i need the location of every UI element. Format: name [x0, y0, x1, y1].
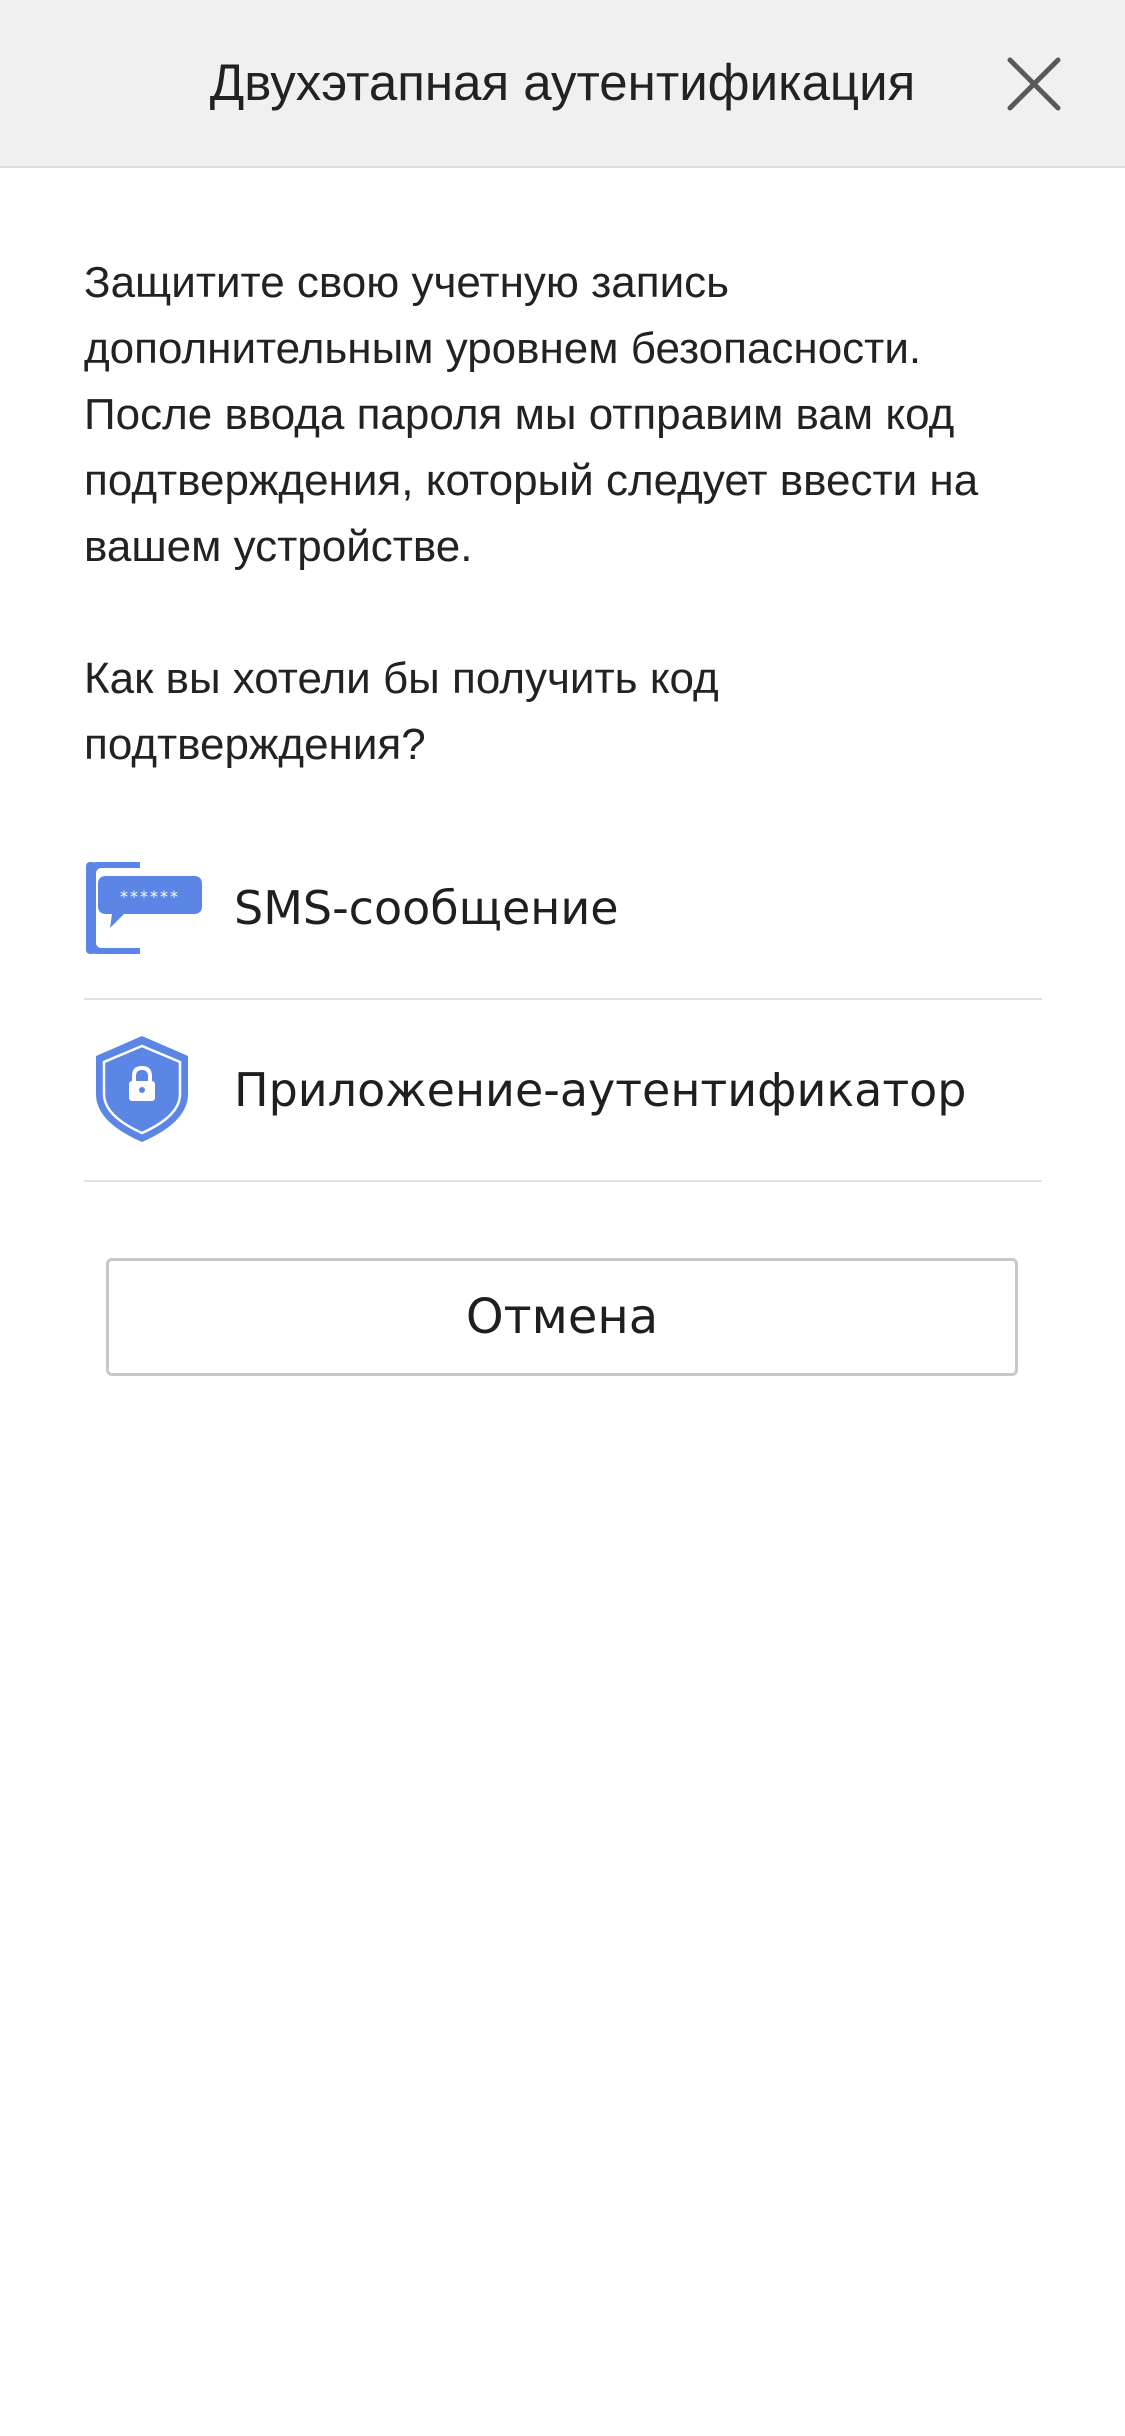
- description-block: Защитите свою учетную запись дополнитель…: [84, 250, 1044, 778]
- cancel-button[interactable]: Отмена: [106, 1258, 1018, 1376]
- method-list: ****** SMS-сообщение Приложение-аутентиф…: [84, 818, 1042, 1182]
- header-bar: Двухэтапная аутентификация: [0, 0, 1125, 168]
- option-authenticator-app[interactable]: Приложение-аутентификатор: [84, 1000, 1042, 1182]
- question-text: Как вы хотели бы получить код подтвержде…: [84, 654, 719, 769]
- shield-lock-icon: [84, 1036, 204, 1144]
- close-button[interactable]: [1000, 50, 1068, 118]
- two-step-auth-screen: Двухэтапная аутентификация Защитите свою…: [0, 0, 1125, 2436]
- page-title: Двухэтапная аутентификация: [209, 54, 916, 111]
- option-sms-label: SMS-сообщение: [234, 881, 619, 935]
- sms-phone-icon: ******: [84, 862, 204, 962]
- intro-text: Защитите свою учетную запись дополнитель…: [84, 258, 979, 571]
- option-authenticator-label: Приложение-аутентификатор: [234, 1063, 967, 1117]
- close-icon: [1007, 57, 1061, 111]
- svg-text:******: ******: [120, 887, 180, 906]
- option-sms[interactable]: ****** SMS-сообщение: [84, 818, 1042, 1000]
